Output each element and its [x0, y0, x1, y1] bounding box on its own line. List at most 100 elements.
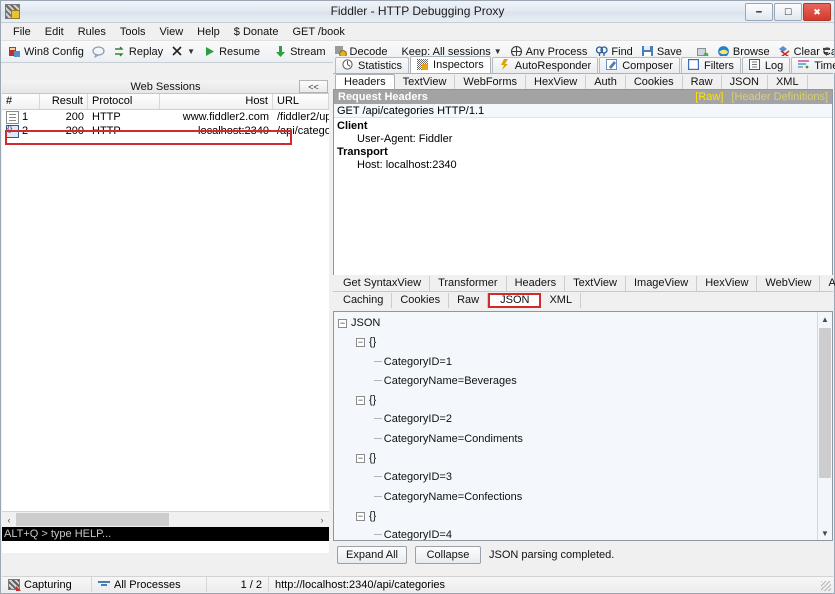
tab-log[interactable]: Log — [741, 57, 791, 73]
tab-request-hexview[interactable]: HexView — [526, 74, 587, 90]
tab-response-get-syntaxview[interactable]: Get SyntaxView — [335, 275, 431, 291]
collapse-toggle-icon[interactable]: − — [356, 338, 365, 348]
menu-edit[interactable]: Edit — [38, 25, 71, 39]
menu-file[interactable]: File — [6, 25, 38, 39]
tab-response-caching[interactable]: Caching — [335, 292, 393, 308]
tab-request-auth[interactable]: Auth — [586, 74, 626, 90]
scroll-right-arrow-icon[interactable]: › — [315, 512, 329, 527]
tree-node-label: CategoryID=3 — [383, 471, 452, 484]
tab-request-raw[interactable]: Raw — [683, 74, 722, 90]
column-header-number[interactable]: # — [2, 94, 40, 109]
table-row[interactable]: 2 200 HTTP localhost:2340 /api/categorie… — [2, 124, 329, 138]
tab-request-headers[interactable]: Headers — [335, 74, 395, 90]
collapse-toggle-icon[interactable]: − — [338, 319, 347, 329]
scroll-thumb[interactable] — [819, 328, 831, 478]
column-header-url[interactable]: URL — [273, 94, 329, 109]
scroll-track[interactable] — [16, 513, 315, 526]
toolbar-stream[interactable]: Stream — [270, 42, 329, 61]
tree-node-leaf[interactable]: ─ CategoryID=4 — [338, 526, 818, 541]
tree-node-leaf[interactable]: ─ CategoryID=2 — [338, 410, 818, 429]
tab-timeline[interactable]: Timeline — [791, 57, 835, 73]
tab-request-cookies[interactable]: Cookies — [626, 74, 683, 90]
close-button[interactable]: ✖ — [803, 3, 831, 21]
json-icon — [6, 124, 19, 138]
tab-request-xml[interactable]: XML — [768, 74, 808, 90]
tree-node-object[interactable]: − {} — [338, 449, 818, 468]
tree-node-leaf[interactable]: ─ CategoryName=Confections — [338, 488, 818, 507]
column-header-host[interactable]: Host — [160, 94, 273, 109]
tree-node-root[interactable]: − JSON — [338, 314, 818, 333]
resize-grip-icon[interactable] — [821, 581, 831, 591]
toolbar-replay[interactable]: Replay — [109, 42, 167, 61]
composer-icon — [606, 59, 619, 72]
column-header-result[interactable]: Result — [40, 94, 88, 109]
column-header-protocol[interactable]: Protocol — [88, 94, 160, 109]
tab-response-cookies[interactable]: Cookies — [392, 292, 450, 308]
tab-response-raw[interactable]: Raw — [449, 292, 489, 308]
tab-composer[interactable]: Composer — [599, 57, 680, 73]
tab-autoresponder[interactable]: AutoResponder — [491, 57, 599, 73]
minimize-button[interactable]: ━ — [745, 3, 773, 21]
header-definitions-link[interactable]: [Header Definitions] — [731, 91, 828, 103]
menu-get-book[interactable]: GET /book — [285, 25, 351, 39]
tab-request-textview[interactable]: TextView — [395, 74, 456, 90]
tab-response-textview[interactable]: TextView — [565, 275, 626, 291]
maximize-button[interactable]: ☐ — [774, 3, 802, 21]
tab-statistics[interactable]: Statistics — [335, 57, 410, 73]
tree-node-object[interactable]: − {} — [338, 391, 818, 410]
toolbar-win8-config[interactable]: Win8 Config — [4, 42, 88, 61]
menu-donate[interactable]: $ Donate — [227, 25, 286, 39]
statistics-icon — [342, 59, 355, 72]
replay-icon — [113, 45, 126, 58]
json-vertical-scrollbar[interactable]: ▲ ▼ — [817, 312, 832, 540]
tree-node-object[interactable]: − {} — [338, 333, 818, 352]
tree-node-leaf[interactable]: ─ CategoryName=Condiments — [338, 430, 818, 449]
table-row[interactable]: 1 200 HTTP www.fiddler2.com /fiddler2/up… — [2, 110, 329, 124]
toolbar-remove[interactable]: ▼ — [167, 42, 199, 61]
scroll-up-arrow-icon[interactable]: ▲ — [818, 312, 832, 326]
tab-response-auth[interactable]: Auth — [820, 276, 835, 291]
tab-response-imageview[interactable]: ImageView — [626, 275, 698, 291]
tab-filters[interactable]: Filters — [680, 57, 741, 73]
tab-response-xml[interactable]: XML — [541, 292, 582, 308]
collapse-toggle-icon[interactable]: − — [356, 396, 365, 406]
tab-response-webview[interactable]: WebView — [757, 275, 821, 291]
tab-response-hexview[interactable]: HexView — [697, 275, 758, 291]
tree-node-leaf[interactable]: ─ CategoryID=3 — [338, 468, 818, 487]
menu-help[interactable]: Help — [190, 25, 227, 39]
menu-rules[interactable]: Rules — [71, 25, 113, 39]
process-filter-status[interactable]: All Processes — [92, 577, 207, 592]
collapse-toggle-icon[interactable]: − — [356, 454, 365, 464]
tab-response-transformer[interactable]: Transformer — [430, 275, 507, 291]
toolbar-resume[interactable]: Resume — [199, 42, 264, 61]
tree-node-object[interactable]: − {} — [338, 507, 818, 526]
collapse-toggle-icon[interactable]: − — [356, 512, 365, 522]
tab-response-json[interactable]: JSON — [488, 292, 542, 308]
header-user-agent: User-Agent: Fiddler — [357, 133, 453, 145]
collapse-panel-button[interactable]: << — [299, 80, 328, 93]
expand-all-button[interactable]: Expand All — [337, 546, 407, 564]
toolbar-comment[interactable] — [88, 42, 109, 61]
scroll-left-arrow-icon[interactable]: ‹ — [2, 512, 16, 527]
json-tree-view[interactable]: − JSON − {} ─ CategoryID=1 ─ CategoryNam… — [333, 311, 833, 541]
quickexec-input[interactable]: ALT+Q > type HELP... — [2, 527, 329, 541]
tab-response-headers[interactable]: Headers — [507, 275, 566, 291]
tab-inspectors[interactable]: Inspectors — [410, 56, 491, 73]
tree-branch-icon: ─ — [374, 529, 382, 541]
tab-request-json[interactable]: JSON — [722, 74, 768, 90]
toolbar-win8-config-label: Win8 Config — [24, 45, 84, 58]
sessions-horizontal-scrollbar[interactable]: ‹ › — [2, 511, 329, 527]
raw-link[interactable]: [Raw] — [695, 91, 723, 103]
scroll-down-arrow-icon[interactable]: ▼ — [818, 526, 832, 540]
menu-view[interactable]: View — [153, 25, 191, 39]
toolbar-stream-label: Stream — [290, 45, 326, 58]
tab-request-webforms[interactable]: WebForms — [455, 74, 526, 90]
tree-node-leaf[interactable]: ─ CategoryID=1 — [338, 353, 818, 372]
menu-tools[interactable]: Tools — [113, 25, 153, 39]
scroll-thumb[interactable] — [16, 513, 169, 526]
capturing-status[interactable]: Capturing — [2, 577, 92, 592]
collapse-button[interactable]: Collapse — [414, 546, 481, 564]
tree-node-label: CategoryID=2 — [383, 413, 452, 426]
tree-node-leaf[interactable]: ─ CategoryName=Beverages — [338, 372, 818, 391]
session-protocol: HTTP — [92, 111, 121, 123]
